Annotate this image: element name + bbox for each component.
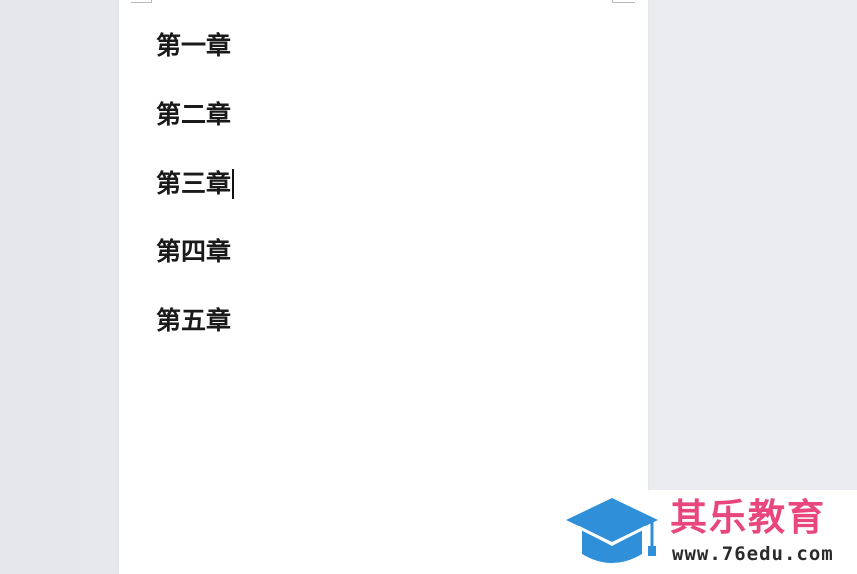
page-corner-mark-right	[612, 0, 635, 3]
watermark-url: www.76edu.com	[672, 543, 834, 565]
document-workspace: 第一章 第二章 第三章 第四章 第五章 其乐教育 www.76edu.com	[0, 0, 857, 574]
heading-text: 第五章	[156, 306, 232, 335]
text-cursor	[232, 169, 235, 199]
heading-text: 第二章	[156, 100, 232, 129]
heading-chapter-4[interactable]: 第四章	[156, 237, 231, 267]
heading-text: 第三章	[156, 169, 232, 198]
heading-chapter-5[interactable]: 第五章	[156, 306, 231, 336]
heading-text: 第一章	[156, 31, 232, 60]
graduation-cap-icon	[566, 498, 658, 563]
page-corner-mark-left	[131, 0, 152, 3]
watermark: 其乐教育 www.76edu.com	[556, 490, 857, 574]
heading-text: 第四章	[156, 237, 232, 266]
document-page[interactable]: 第一章 第二章 第三章 第四章 第五章	[119, 0, 648, 574]
heading-chapter-2[interactable]: 第二章	[156, 100, 231, 130]
heading-chapter-3[interactable]: 第三章	[156, 169, 235, 199]
heading-chapter-1[interactable]: 第一章	[156, 31, 231, 61]
watermark-title: 其乐教育	[670, 496, 826, 539]
